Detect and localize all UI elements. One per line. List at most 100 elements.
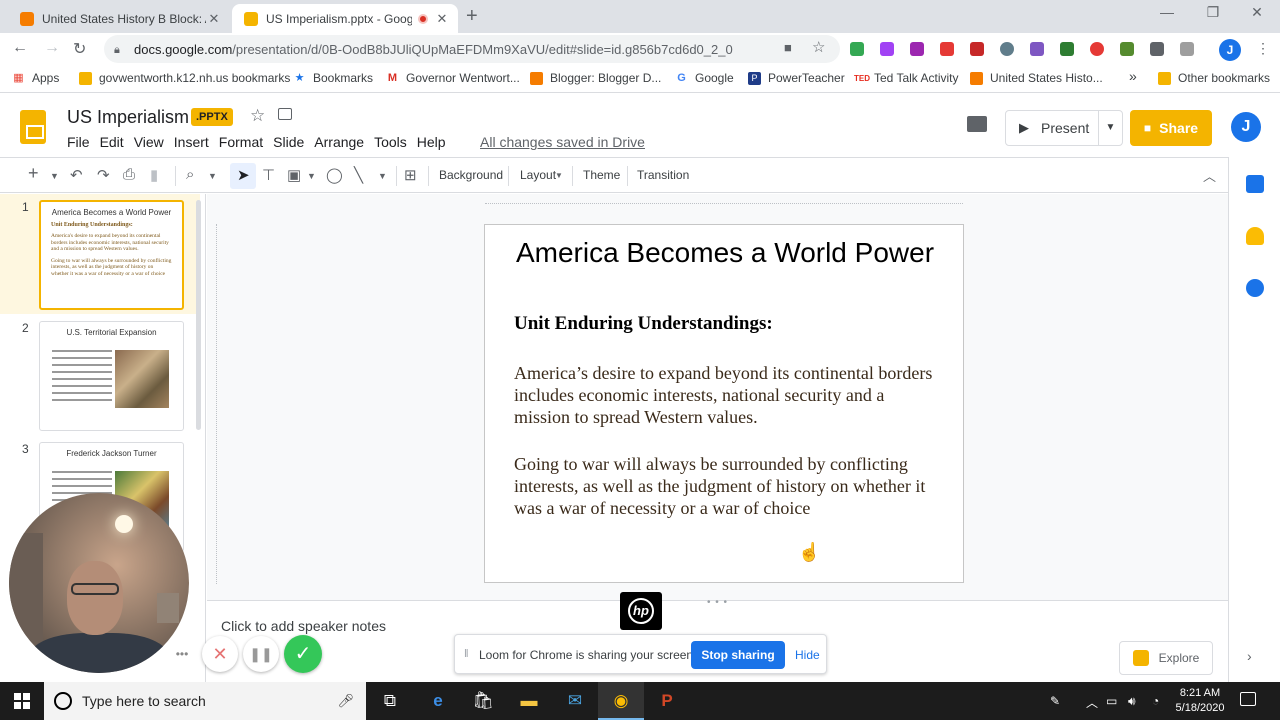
menu-help[interactable]: Help bbox=[412, 134, 451, 150]
background-button[interactable]: Background bbox=[439, 168, 503, 182]
mail-icon[interactable]: ✉ bbox=[552, 682, 598, 720]
bookmark-google[interactable]: G Google bbox=[675, 71, 733, 85]
volume-icon[interactable]: 🔊︎ bbox=[1128, 694, 1136, 709]
line-icon[interactable]: ╲ bbox=[354, 166, 363, 184]
taskbar-search-box[interactable]: Type here to search 🎤︎ bbox=[44, 682, 366, 720]
extension-icon[interactable] bbox=[1060, 42, 1074, 56]
bookmark-star-icon[interactable]: ☆ bbox=[812, 38, 825, 56]
layout-button[interactable]: Layout bbox=[520, 168, 556, 182]
cursor-arrow-icon[interactable]: ➤ bbox=[237, 166, 250, 184]
menu-view[interactable]: View bbox=[129, 134, 169, 150]
image-dropdown-icon[interactable]: ▼ bbox=[307, 171, 316, 181]
menu-format[interactable]: Format bbox=[214, 134, 268, 150]
slide-title[interactable]: America Becomes a World Power bbox=[515, 235, 935, 270]
new-slide-dropdown-icon[interactable]: ▼ bbox=[50, 171, 59, 181]
address-bar[interactable]: 🔒︎ docs.google.com/presentation/d/0B-Ood… bbox=[104, 35, 840, 63]
bookmark-bookmarks[interactable]: ★ Bookmarks bbox=[293, 71, 373, 85]
task-view-icon[interactable]: ⧉ bbox=[367, 682, 413, 720]
browser-tab-history-blog[interactable]: United States History B Block: An ✕ bbox=[8, 4, 230, 33]
slide-thumbnail-1[interactable]: America Becomes a World Power Unit Endur… bbox=[39, 200, 184, 310]
finish-recording-icon[interactable]: ✓ bbox=[284, 635, 322, 673]
comment-history-icon[interactable] bbox=[967, 116, 987, 132]
hide-button[interactable]: Hide bbox=[795, 648, 820, 662]
extension-icon[interactable] bbox=[910, 42, 924, 56]
camera-icon[interactable]: ■ bbox=[784, 40, 792, 55]
present-button[interactable]: ▶ Present ▼ bbox=[1005, 110, 1123, 146]
menu-file[interactable]: File bbox=[62, 134, 95, 150]
minimize-button[interactable]: — bbox=[1144, 4, 1190, 20]
extension-icon[interactable] bbox=[1000, 42, 1014, 56]
image-icon[interactable]: ▣ bbox=[287, 166, 301, 184]
zoom-icon[interactable]: ⌕ bbox=[186, 166, 194, 183]
store-icon[interactable]: 🛍︎ bbox=[460, 682, 506, 720]
share-button[interactable]: ■ Share bbox=[1130, 110, 1212, 146]
current-slide[interactable]: America Becomes a World Power Unit Endur… bbox=[484, 224, 964, 583]
chrome-menu-icon[interactable]: ⋮ bbox=[1256, 40, 1270, 57]
menu-arrange[interactable]: Arrange bbox=[309, 134, 369, 150]
drag-handle-icon[interactable]: ‖ bbox=[464, 648, 469, 660]
more-options-icon[interactable]: ••• bbox=[170, 646, 194, 662]
wifi-icon[interactable]: ◔ bbox=[1152, 694, 1159, 708]
shape-icon[interactable]: ◯ bbox=[326, 166, 343, 184]
chrome-taskbar-icon[interactable]: ◉ bbox=[598, 682, 644, 720]
bookmark-govwentworth[interactable]: govwentworth.k12.nh.us bookmarks bbox=[79, 71, 290, 85]
explore-button[interactable]: Explore bbox=[1119, 641, 1213, 675]
bookmark-apps[interactable]: ▦ Apps bbox=[12, 71, 59, 85]
browser-tab-slides[interactable]: US Imperialism.pptx - Googl ✕ bbox=[232, 4, 458, 33]
extensions-puzzle-icon[interactable] bbox=[1150, 42, 1164, 56]
bookmark-us-history[interactable]: United States Histo... bbox=[970, 71, 1103, 85]
paint-format-icon[interactable]: ▮ bbox=[150, 166, 158, 184]
reload-icon[interactable]: ↻ bbox=[73, 39, 86, 59]
extension-icon[interactable] bbox=[940, 42, 954, 56]
calendar-icon[interactable] bbox=[1246, 175, 1264, 193]
extension-icon[interactable] bbox=[1030, 42, 1044, 56]
line-dropdown-icon[interactable]: ▼ bbox=[378, 171, 387, 181]
add-comment-icon[interactable]: ⊞ bbox=[404, 166, 417, 184]
menu-tools[interactable]: Tools bbox=[369, 134, 412, 150]
google-slides-logo-icon[interactable] bbox=[20, 110, 46, 144]
edge-browser-icon[interactable]: e bbox=[415, 682, 461, 720]
redo-icon[interactable]: ↷ bbox=[97, 166, 110, 184]
microphone-icon[interactable]: 🎤︎ bbox=[337, 693, 354, 709]
new-tab-button[interactable]: + bbox=[466, 5, 478, 28]
present-dropdown-arrow-icon[interactable]: ▼ bbox=[1098, 111, 1122, 145]
slide-paragraph-1[interactable]: America’s desire to expand beyond its co… bbox=[514, 362, 942, 428]
bookmark-blogger[interactable]: Blogger: Blogger D... bbox=[530, 71, 661, 85]
close-tab-icon[interactable]: ✕ bbox=[434, 11, 450, 27]
taskbar-clock[interactable]: 8:21 AM 5/18/2020 bbox=[1172, 686, 1228, 716]
document-title[interactable]: US Imperialism bbox=[67, 107, 189, 128]
cancel-recording-icon[interactable]: ✕ bbox=[202, 636, 238, 672]
bookmark-powerteacher[interactable]: P PowerTeacher bbox=[748, 71, 845, 85]
extension-icon[interactable] bbox=[970, 42, 984, 56]
text-box-icon[interactable]: ⊤ bbox=[262, 166, 275, 184]
expand-side-panel-chevron-icon[interactable]: › bbox=[1247, 648, 1252, 664]
new-slide-plus-icon[interactable]: + bbox=[28, 163, 39, 184]
windows-start-icon[interactable] bbox=[14, 693, 30, 709]
move-to-folder-icon[interactable] bbox=[278, 108, 292, 120]
close-window-button[interactable]: ✕ bbox=[1234, 4, 1280, 21]
bookmark-ted-talk[interactable]: TED Ted Talk Activity bbox=[854, 71, 958, 85]
extension-icon[interactable] bbox=[880, 42, 894, 56]
extension-icon[interactable] bbox=[1090, 42, 1104, 56]
menu-insert[interactable]: Insert bbox=[169, 134, 214, 150]
layout-dropdown-icon[interactable]: ▼ bbox=[555, 171, 563, 180]
stop-sharing-button[interactable]: Stop sharing bbox=[691, 641, 785, 669]
slide-paragraph-2[interactable]: Going to war will always be surrounded b… bbox=[514, 453, 942, 519]
restore-button[interactable]: ❐ bbox=[1190, 4, 1236, 21]
drive-extension-icon[interactable] bbox=[850, 42, 864, 56]
keep-icon[interactable] bbox=[1246, 227, 1264, 245]
show-hidden-icons-icon[interactable]: ︿ bbox=[1086, 694, 1098, 711]
forward-arrow-icon[interactable]: → bbox=[44, 39, 60, 57]
filmstrip-scrollbar[interactable] bbox=[196, 200, 201, 430]
webcam-bubble[interactable] bbox=[9, 493, 189, 673]
pause-recording-icon[interactable]: ❚❚ bbox=[243, 636, 279, 672]
extension-icon[interactable] bbox=[1180, 42, 1194, 56]
pen-workspace-icon[interactable]: ✎ bbox=[1050, 694, 1060, 708]
undo-icon[interactable]: ↶ bbox=[70, 166, 83, 184]
back-arrow-icon[interactable]: ← bbox=[12, 39, 28, 57]
close-tab-icon[interactable]: ✕ bbox=[206, 11, 222, 27]
save-status-link[interactable]: All changes saved in Drive bbox=[480, 134, 645, 150]
transition-button[interactable]: Transition bbox=[637, 168, 689, 182]
collapse-toolbar-chevron-icon[interactable]: ︿ bbox=[1203, 166, 1216, 185]
extension-icon[interactable] bbox=[1120, 42, 1134, 56]
